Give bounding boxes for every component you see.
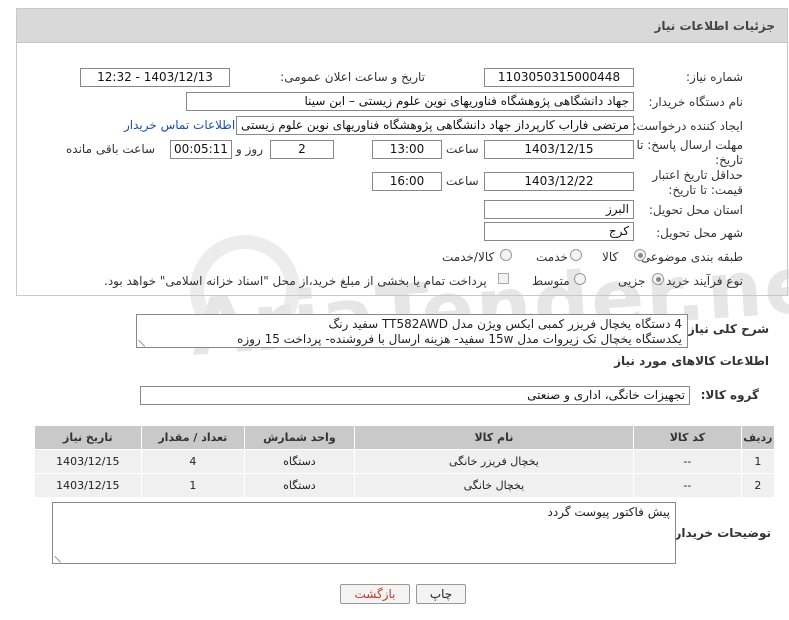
summary-label: شرح کلی نیاز: — [683, 322, 769, 336]
row-number: 1 — [740, 449, 776, 474]
col-row: ردیف — [740, 425, 776, 450]
buyer-org-value: جهاد دانشگاهی پژوهشگاه فناوریهای نوین عل… — [186, 92, 634, 111]
need-number-label: شماره نیاز: — [686, 70, 743, 84]
summary-line-2: یکدستگاه یخچال تک زیروات مدل 15w سفید- ه… — [237, 332, 682, 346]
need-number-value: 1103050315000448 — [484, 68, 634, 87]
col-unit: واحد شمارش — [244, 425, 355, 450]
days-value: 2 — [270, 140, 334, 159]
row-number: 2 — [740, 473, 776, 498]
category-goods-radio[interactable] — [634, 249, 646, 261]
col-date: تاریخ نیاز — [34, 425, 142, 450]
city-label: شهر محل تحویل: — [656, 226, 743, 240]
col-qty: تعداد / مقدار — [140, 425, 246, 450]
city-value: کرج — [484, 222, 634, 241]
goods-section-title: اطلاعات کالاهای مورد نیاز — [614, 354, 769, 368]
panel-title: جزئیات اطلاعات نیاز — [17, 9, 787, 43]
summary-textarea[interactable]: 4 دستگاه یخچال فریزر کمبی ایکس ویژن مدل … — [136, 314, 688, 348]
row-unit: دستگاه — [244, 449, 355, 474]
category-service-label: خدمت — [536, 250, 568, 264]
row-unit: دستگاه — [244, 473, 355, 498]
row-date: 1403/12/15 — [34, 473, 142, 498]
days-label: روز و — [236, 142, 263, 156]
back-button[interactable]: بازگشت — [340, 584, 410, 604]
row-date: 1403/12/15 — [34, 449, 142, 474]
contact-info-link[interactable]: اطلاعات تماس خریدار — [124, 118, 235, 132]
process-partial-radio[interactable] — [652, 273, 664, 285]
row-qty: 1 — [140, 473, 246, 498]
summary-line-1: 4 دستگاه یخچال فریزر کمبی ایکس ویژن مدل … — [328, 317, 682, 331]
row-name: یخچال خانگی — [353, 473, 635, 498]
buyer-notes-textarea[interactable]: پیش فاکتور پیوست گردد — [52, 502, 676, 564]
buyer-notes-label: توضیحات خریدار: — [669, 526, 771, 540]
process-medium-radio[interactable] — [574, 273, 586, 285]
row-qty: 4 — [140, 449, 246, 474]
category-label: طبقه بندی موضوعی: — [636, 250, 743, 264]
price-time-value: 16:00 — [372, 172, 442, 191]
requester-value: مرتضی فاراب کارپرداز جهاد دانشگاهی پژوهش… — [236, 116, 634, 135]
reply-time-label: ساعت — [446, 142, 479, 156]
table-row: 2 -- یخچال خانگی دستگاه 1 1403/12/15 — [34, 473, 776, 498]
category-goods-label: کالا — [602, 250, 619, 264]
payment-note: پرداخت تمام یا بخشی از مبلغ خرید،از محل … — [104, 274, 487, 288]
row-code: -- — [633, 473, 742, 498]
announce-label: تاریخ و ساعت اعلان عمومی: — [280, 70, 425, 84]
buyer-notes-text: پیش فاکتور پیوست گردد — [547, 505, 670, 519]
resize-grip-icon[interactable] — [54, 550, 67, 563]
process-type-label: نوع فرآیند خرید : — [658, 274, 743, 288]
row-code: -- — [633, 449, 742, 474]
price-validity-label: حداقل تاریخ اعتبار قیمت: تا تاریخ: — [652, 168, 743, 197]
category-service-radio[interactable] — [570, 249, 582, 261]
goods-group-value: تجهیزات خانگی، اداری و صنعتی — [140, 386, 690, 405]
announce-value: 1403/12/13 - 12:32 — [80, 68, 230, 87]
process-partial-label: جزیی — [618, 274, 646, 288]
reply-deadline-label: مهلت ارسال پاسخ: تا تاریخ: — [636, 138, 743, 167]
requester-label: ایجاد کننده درخواست: — [632, 119, 743, 133]
col-code: کد کالا — [633, 425, 742, 450]
price-date-value: 1403/12/22 — [484, 172, 634, 191]
remaining-label: ساعت باقی مانده — [66, 142, 156, 156]
buyer-org-label: نام دستگاه خریدار: — [648, 95, 744, 109]
table-row: 1 -- یخچال فریزر خانگی دستگاه 4 1403/12/… — [34, 449, 776, 474]
col-name: نام کالا — [353, 425, 635, 450]
row-name: یخچال فریزر خانگی — [353, 449, 635, 474]
reply-date-value: 1403/12/15 — [484, 140, 634, 159]
process-medium-label: متوسط — [532, 274, 570, 288]
goods-group-label: گروه کالا: — [700, 388, 759, 402]
category-both-label: کالا/خدمت — [442, 250, 495, 264]
category-both-radio[interactable] — [500, 249, 512, 261]
remaining-time-value: 00:05:11 — [170, 140, 232, 159]
province-label: استان محل تحویل: — [648, 203, 743, 217]
price-time-label: ساعت — [446, 174, 479, 188]
province-value: البرز — [484, 200, 634, 219]
goods-table: ردیف کد کالا نام کالا واحد شمارش تعداد /… — [34, 425, 776, 498]
treasury-payment-checkbox[interactable] — [498, 273, 509, 284]
reply-time-value: 13:00 — [372, 140, 442, 159]
print-button[interactable]: چاپ — [416, 584, 466, 604]
